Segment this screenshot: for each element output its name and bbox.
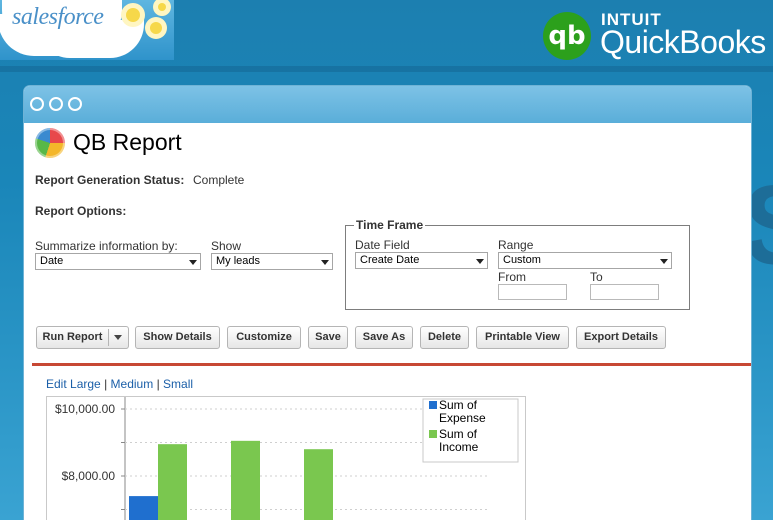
legend-swatch xyxy=(429,430,437,438)
date-field-select-value: Create Date xyxy=(360,254,420,266)
bar-sum-of-income xyxy=(158,444,187,520)
save-button[interactable]: Save xyxy=(308,326,348,349)
window-control-circle-icon[interactable] xyxy=(30,97,44,111)
legend-label: Expense xyxy=(439,411,486,425)
chart-svg: $10,000.00$8,000.00Sum ofExpenseSum ofIn… xyxy=(55,397,519,520)
report-options-label: Report Options: xyxy=(35,204,127,218)
range-select-value: Custom xyxy=(503,254,541,266)
chart-size-large-link[interactable]: Large xyxy=(70,377,101,391)
y-tick-label: $8,000.00 xyxy=(62,469,116,483)
status-value: Complete xyxy=(193,173,245,187)
salesforce-wordmark: salesforce xyxy=(12,4,104,30)
flower-icon xyxy=(158,3,166,11)
to-label: To xyxy=(590,270,603,284)
background-stripe xyxy=(0,66,773,72)
window-control-circle-icon[interactable] xyxy=(68,97,82,111)
customize-button[interactable]: Customize xyxy=(227,326,301,349)
time-frame-title: Time Frame xyxy=(354,218,426,232)
delete-button[interactable]: Delete xyxy=(420,326,469,349)
split-divider xyxy=(108,329,109,346)
report-window: QB Report Report Generation Status: Comp… xyxy=(24,86,751,520)
range-label: Range xyxy=(498,238,534,252)
show-select-value: My leads xyxy=(216,255,261,267)
quickbooks-wordmark: QuickBooks xyxy=(600,24,766,60)
pie-chart-icon xyxy=(35,128,65,158)
date-field-select[interactable]: Create Date xyxy=(355,252,488,269)
show-label: Show xyxy=(211,239,242,253)
printable-view-button[interactable]: Printable View xyxy=(476,326,569,349)
salesforce-logo: salesforce 13 xyxy=(0,0,174,60)
link-separator: | xyxy=(104,377,108,391)
save-as-button[interactable]: Save As xyxy=(355,326,413,349)
export-details-button[interactable]: Export Details xyxy=(576,326,666,349)
range-select[interactable]: Custom xyxy=(498,252,672,269)
legend-label: Sum of xyxy=(439,427,478,441)
report-content: QB Report Report Generation Status: Comp… xyxy=(24,123,751,520)
chevron-down-icon xyxy=(321,260,329,265)
chevron-down-icon[interactable] xyxy=(114,335,122,340)
chevron-down-icon xyxy=(476,259,484,264)
date-field-label: Date Field xyxy=(355,238,410,252)
run-report-label[interactable]: Run Report xyxy=(37,327,108,348)
from-label: From xyxy=(498,270,526,284)
flower-icon xyxy=(150,22,162,34)
legend-swatch xyxy=(429,401,437,409)
chevron-down-icon xyxy=(189,260,197,265)
edit-chart-link[interactable]: Edit xyxy=(46,377,67,391)
y-tick-label: $10,000.00 xyxy=(55,402,115,416)
section-divider xyxy=(32,363,751,366)
quickbooks-logo-icon: qb xyxy=(543,12,591,60)
window-titlebar xyxy=(24,86,751,123)
status-label: Report Generation Status: xyxy=(35,173,185,187)
chart-size-links: Edit Large | Medium | Small xyxy=(46,377,193,391)
report-chart: $10,000.00 $8,000.00 Sum of Expense Sum of In… xyxy=(46,396,526,520)
bar-sum-of-income xyxy=(231,440,260,520)
chevron-down-icon xyxy=(660,259,668,264)
chart-size-small-link[interactable]: Small xyxy=(163,377,193,391)
show-select[interactable]: My leads xyxy=(211,253,333,270)
summarize-select-value: Date xyxy=(40,255,64,267)
summarize-select[interactable]: Date xyxy=(35,253,201,270)
window-control-circle-icon[interactable] xyxy=(49,97,63,111)
legend-label: Income xyxy=(439,440,479,454)
from-date-input[interactable] xyxy=(498,284,567,300)
bar-sum-of-expense xyxy=(129,496,158,520)
flower-icon xyxy=(126,8,140,22)
page-title: QB Report xyxy=(73,129,182,155)
salesforce-version: 13 xyxy=(108,36,130,57)
chart-size-medium-link[interactable]: Medium xyxy=(111,377,154,391)
show-details-button[interactable]: Show Details xyxy=(135,326,220,349)
to-date-input[interactable] xyxy=(590,284,659,300)
bar-sum-of-income xyxy=(304,449,333,520)
summarize-label: Summarize information by: xyxy=(35,239,178,253)
run-report-button[interactable]: Run Report xyxy=(36,326,129,349)
link-separator: | xyxy=(156,377,160,391)
legend-label: Sum of xyxy=(439,398,478,412)
